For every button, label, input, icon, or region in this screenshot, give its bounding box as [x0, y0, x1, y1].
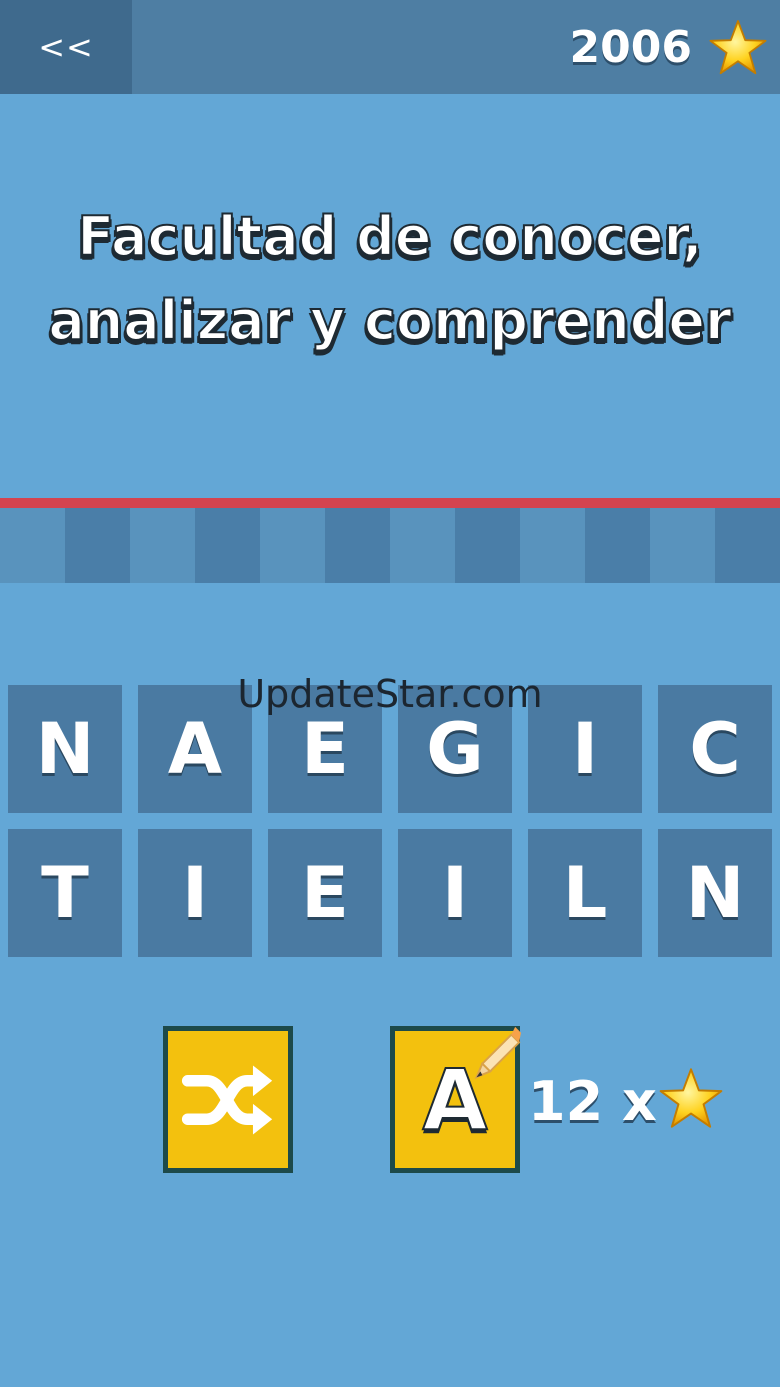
top-bar: << 2006	[0, 0, 780, 94]
answer-slot[interactable]	[0, 508, 65, 583]
shuffle-icon	[181, 1064, 273, 1135]
divider	[0, 498, 780, 508]
back-button[interactable]: <<	[0, 0, 132, 94]
letter-tile[interactable]: N	[8, 685, 122, 813]
answer-slot[interactable]	[260, 508, 325, 583]
hint-cost: 12 x	[528, 1070, 657, 1133]
letter-tile[interactable]: G	[398, 685, 512, 813]
hint-button[interactable]: A	[390, 1026, 521, 1173]
shuffle-button[interactable]	[163, 1026, 293, 1173]
answer-slot[interactable]	[520, 508, 585, 583]
answer-slots	[0, 508, 780, 583]
answer-slot[interactable]	[455, 508, 520, 583]
clue-line-1: Facultad de conocer,	[76, 204, 703, 269]
letter-tile[interactable]: E	[268, 685, 382, 813]
answer-slot[interactable]	[195, 508, 260, 583]
answer-slot[interactable]	[585, 508, 650, 583]
clue-text: Facultad de conocer, analizar y comprend…	[0, 195, 780, 363]
answer-slot[interactable]	[65, 508, 130, 583]
letter-tile[interactable]: N	[658, 829, 772, 957]
letter-tile[interactable]: L	[528, 829, 642, 957]
letter-tile[interactable]: I	[138, 829, 252, 957]
answer-slot[interactable]	[130, 508, 195, 583]
answer-slot[interactable]	[715, 508, 780, 583]
clue-line-2: analizar y comprender	[47, 288, 732, 353]
letter-tile[interactable]: I	[528, 685, 642, 813]
score-value: 2006	[569, 22, 692, 73]
star-icon	[709, 20, 767, 75]
letter-grid: N A E G I C T I E I L N	[8, 685, 772, 973]
pencil-icon	[474, 1026, 521, 1080]
letter-tile[interactable]: E	[268, 829, 382, 957]
answer-slot[interactable]	[650, 508, 715, 583]
answer-slot[interactable]	[325, 508, 390, 583]
star-icon	[659, 1068, 723, 1128]
letter-tile[interactable]: I	[398, 829, 512, 957]
letter-tile[interactable]: T	[8, 829, 122, 957]
letter-tile[interactable]: C	[658, 685, 772, 813]
letter-row-2: T I E I L N	[8, 829, 772, 957]
letter-row-1: N A E G I C	[8, 685, 772, 813]
answer-slot[interactable]	[390, 508, 455, 583]
letter-tile[interactable]: A	[138, 685, 252, 813]
